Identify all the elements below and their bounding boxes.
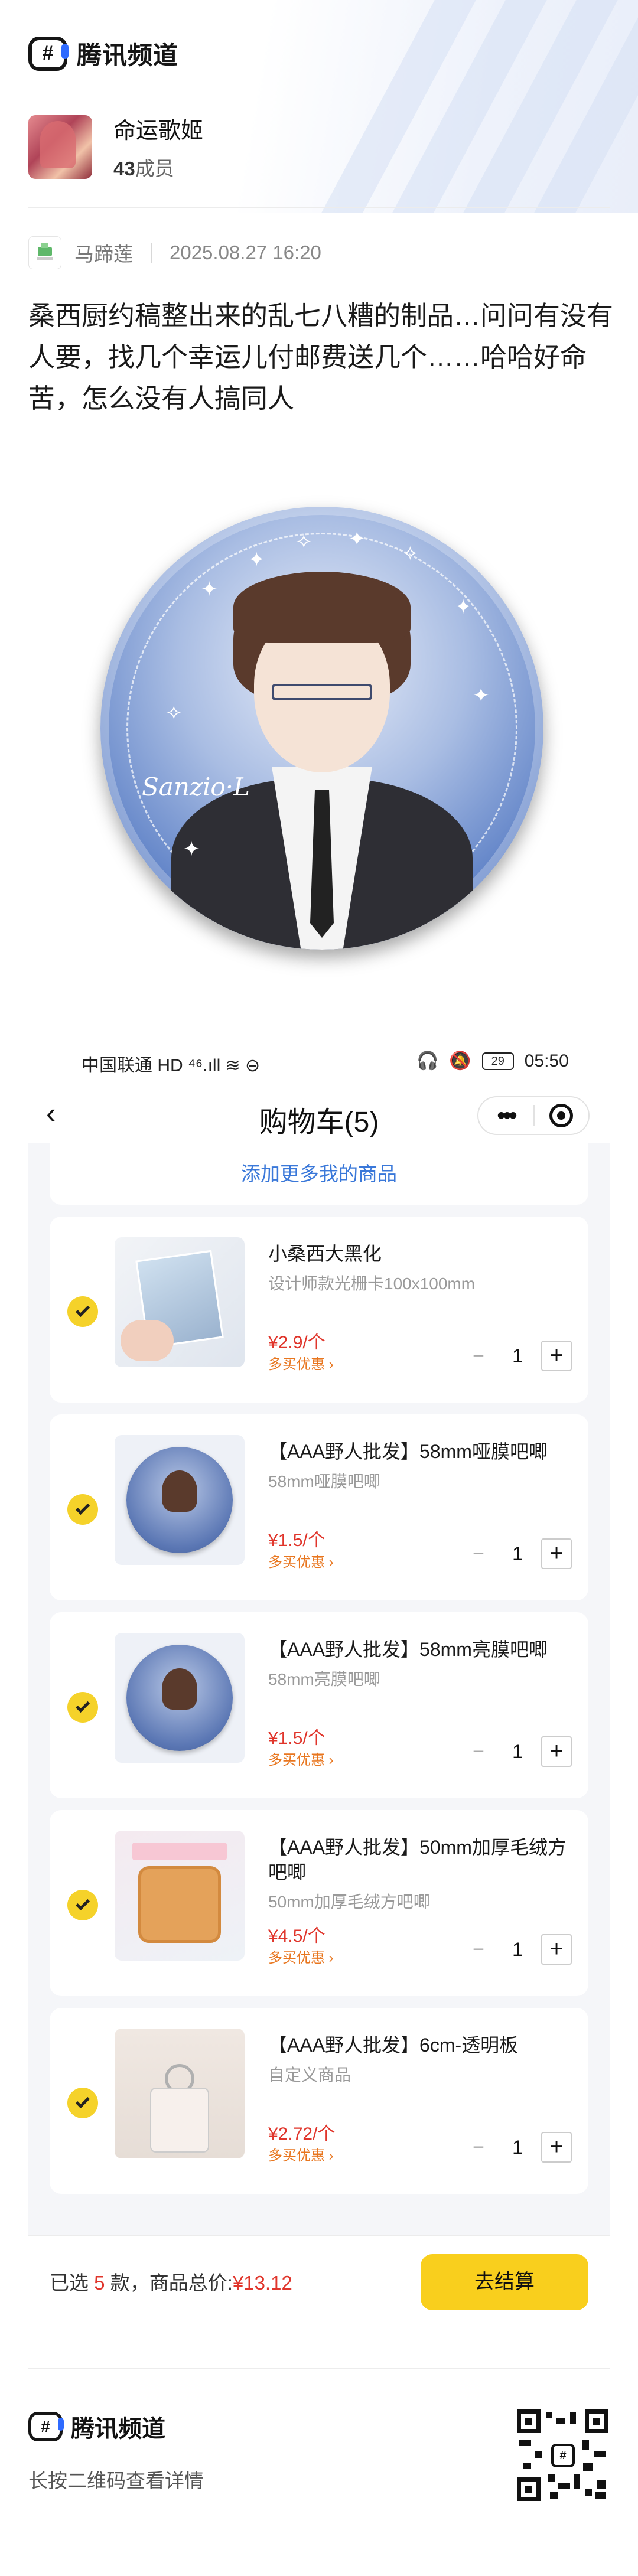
decrease-button[interactable]: − — [463, 1341, 494, 1371]
item-price: ¥1.5/个 — [268, 1729, 325, 1748]
channel-card[interactable]: 命运歌姬 43成员 — [28, 112, 203, 181]
item-spec: 设计师款光栅卡100x100mm — [268, 1274, 476, 1293]
quantity-stepper: − 1 + — [463, 1934, 575, 1965]
item-title[interactable]: 小桑西大黑化 — [268, 1241, 575, 1266]
quantity-stepper: − 1 + — [463, 1538, 575, 1569]
item-price: ¥4.5/个 — [268, 1926, 325, 1946]
channel-name: 命运歌姬 — [113, 119, 204, 144]
quantity-stepper: − 1 + — [463, 1341, 575, 1371]
decrease-button[interactable]: − — [463, 1538, 494, 1569]
item-spec: 58mm哑膜吧唧 — [268, 1472, 380, 1491]
qr-hint: 长按二维码查看详情 — [28, 2470, 204, 2492]
qr-center-logo-icon: # — [551, 2444, 575, 2467]
quantity-value[interactable]: 1 — [494, 1345, 541, 1367]
item-title[interactable]: 【AAA野人批发】50mm加厚毛绒方吧唧 — [268, 1835, 575, 1884]
carrier-signal: 中国联通 HD ⁴⁶.ıll ≋ ⊖ — [82, 1056, 261, 1075]
quantity-value[interactable]: 1 — [494, 2137, 541, 2158]
post-image-badge[interactable]: ✦ ✦ ✧ ✦ ✧ ✦ ✧ ✦ ✦ Sanzio·L — [100, 507, 543, 950]
checkout-bar: 已选 5 款，商品总价:¥13.12 去结算 — [28, 2235, 610, 2324]
miniapp-capsule: ••• — [477, 1096, 590, 1135]
increase-button[interactable]: + — [541, 1934, 572, 1965]
decrease-button[interactable]: − — [463, 1934, 494, 1965]
channel-member-count: 43成员 — [113, 158, 174, 180]
tencent-channel-logo-icon: # — [28, 2412, 64, 2441]
divider — [28, 207, 610, 208]
quantity-stepper: − 1 + — [463, 2132, 575, 2163]
headphone-icon: 🎧 — [416, 1051, 439, 1071]
post-time: 2025.08.27 16:20 — [170, 242, 321, 263]
increase-button[interactable]: + — [541, 1341, 572, 1371]
item-checkbox[interactable] — [67, 1296, 98, 1327]
badge-signature: Sanzio·L — [142, 772, 250, 801]
phone-status-bar: 中国联通 HD ⁴⁶.ıll ≋ ⊖ 🎧 🔕 29 05:50 — [0, 1042, 638, 1084]
cart-item[interactable]: 【AAA野人批发】50mm加厚毛绒方吧唧 50mm加厚毛绒方吧唧 ¥4.5/个 … — [50, 1810, 588, 1996]
item-price: ¥1.5/个 — [268, 1531, 325, 1550]
item-spec: 自定义商品 — [268, 2066, 351, 2084]
bulk-discount-link[interactable]: 多买优惠 › — [268, 1550, 334, 1571]
decrease-button[interactable]: − — [463, 2132, 494, 2163]
qr-code[interactable]: # — [517, 2409, 608, 2501]
item-price: ¥2.72/个 — [268, 2124, 336, 2144]
bulk-discount-link[interactable]: 多买优惠 › — [268, 1946, 334, 1967]
checkout-button[interactable]: 去结算 — [421, 2254, 588, 2310]
increase-button[interactable]: + — [541, 2132, 572, 2163]
brand-header: # 腾讯频道 — [28, 35, 178, 71]
item-spec: 50mm加厚毛绒方吧唧 — [268, 1893, 430, 1911]
close-miniapp-icon[interactable] — [535, 1104, 588, 1127]
cart-item[interactable]: 小桑西大黑化 设计师款光栅卡100x100mm ¥2.9/个 多买优惠 › − … — [50, 1217, 588, 1403]
cart-item[interactable]: 【AAA野人批发】58mm哑膜吧唧 58mm哑膜吧唧 ¥1.5/个 多买优惠 ›… — [50, 1414, 588, 1600]
item-checkbox[interactable] — [67, 1890, 98, 1920]
bulk-discount-link[interactable]: 多买优惠 › — [268, 1748, 334, 1769]
brand-name: 腾讯频道 — [77, 41, 179, 69]
cart-item[interactable]: 【AAA野人批发】58mm亮膜吧唧 58mm亮膜吧唧 ¥1.5/个 多买优惠 ›… — [50, 1612, 588, 1798]
item-thumbnail[interactable] — [115, 1831, 245, 1961]
item-thumbnail[interactable] — [115, 2029, 245, 2158]
status-time: 05:50 — [524, 1051, 569, 1071]
cart-navbar: ‹ 购物车(5) ••• — [28, 1087, 610, 1143]
author-name[interactable]: 马蹄莲 — [74, 239, 133, 267]
tencent-channel-logo-icon: # — [28, 36, 69, 71]
item-checkbox[interactable] — [67, 2088, 98, 2118]
increase-button[interactable]: + — [541, 1538, 572, 1569]
battery-icon: 29 — [481, 1052, 514, 1070]
divider — [28, 2368, 610, 2369]
decrease-button[interactable]: − — [463, 1736, 494, 1767]
selected-count: 5 — [94, 2272, 105, 2294]
bulk-discount-link[interactable]: 多买优惠 › — [268, 2144, 334, 2164]
bulk-discount-link[interactable]: 多买优惠 › — [268, 1352, 334, 1373]
item-title[interactable]: 【AAA野人批发】58mm哑膜吧唧 — [268, 1439, 575, 1464]
item-checkbox[interactable] — [67, 1494, 98, 1525]
item-price: ¥2.9/个 — [268, 1333, 325, 1352]
item-title[interactable]: 【AAA野人批发】6cm-透明板 — [268, 2033, 575, 2057]
post-body: 桑西厨约稿整出来的乱七八糟的制品…问问有没有人要，找几个幸运儿付邮费送几个……哈… — [28, 301, 614, 413]
total-price: ¥13.12 — [232, 2272, 292, 2294]
quantity-stepper: − 1 + — [463, 1736, 575, 1767]
item-thumbnail[interactable] — [115, 1435, 245, 1565]
add-more-products-link[interactable]: 添加更多我的商品 — [50, 1143, 588, 1205]
more-icon[interactable]: ••• — [479, 1104, 533, 1127]
item-thumbnail[interactable] — [115, 1633, 245, 1763]
author-avatar[interactable] — [28, 236, 61, 269]
meta-separator — [151, 243, 152, 263]
channel-avatar — [28, 115, 92, 179]
item-title[interactable]: 【AAA野人批发】58mm亮膜吧唧 — [268, 1637, 575, 1662]
item-thumbnail[interactable] — [115, 1237, 245, 1367]
cart-item[interactable]: 【AAA野人批发】6cm-透明板 自定义商品 ¥2.72/个 多买优惠 › − … — [50, 2008, 588, 2194]
item-checkbox[interactable] — [67, 1692, 98, 1723]
footer-brand-name: 腾讯频道 — [71, 2416, 165, 2442]
cart-summary: 已选 5 款，商品总价:¥13.12 — [50, 2272, 292, 2294]
post-meta: 马蹄莲 2025.08.27 16:20 — [28, 236, 321, 269]
increase-button[interactable]: + — [541, 1736, 572, 1767]
mute-icon: 🔕 — [449, 1051, 471, 1071]
quantity-value[interactable]: 1 — [494, 1543, 541, 1565]
quantity-value[interactable]: 1 — [494, 1939, 541, 1961]
quantity-value[interactable]: 1 — [494, 1741, 541, 1763]
footer-brand: # 腾讯频道 长按二维码查看详情 — [28, 2409, 204, 2493]
cart-list: 添加更多我的商品 小桑西大黑化 设计师款光栅卡100x100mm ¥2.9/个 … — [28, 1143, 610, 2235]
item-spec: 58mm亮膜吧唧 — [268, 1670, 380, 1688]
